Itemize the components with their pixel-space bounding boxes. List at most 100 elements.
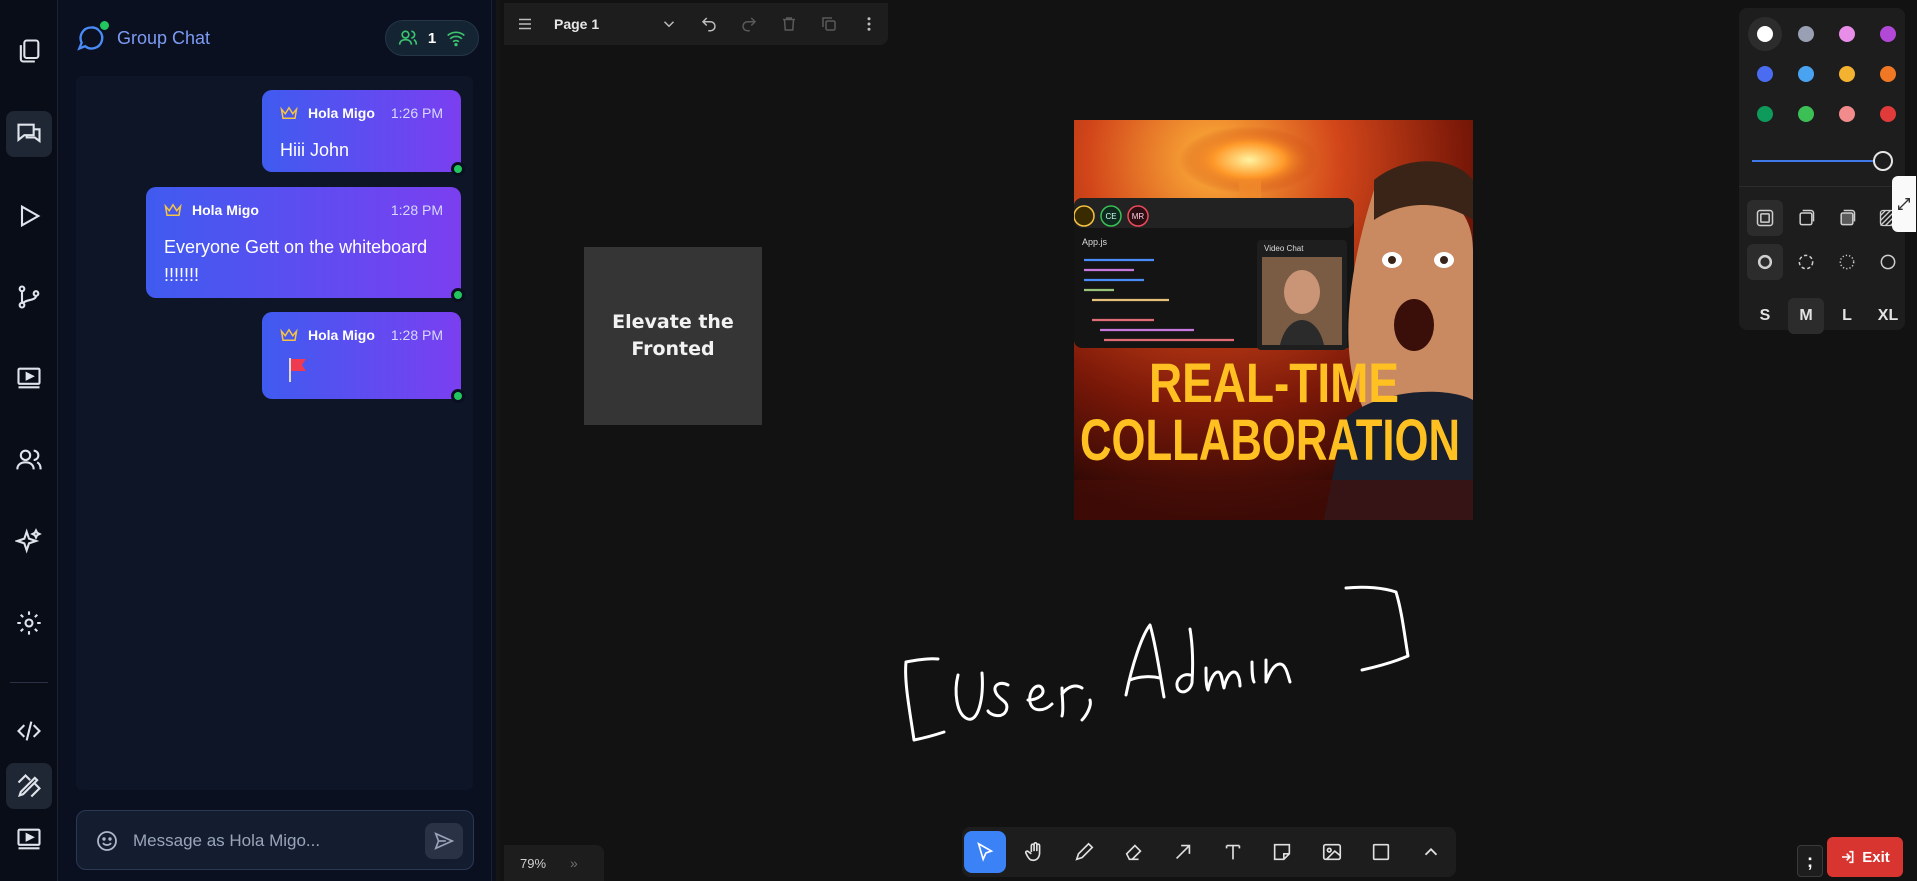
zoom-level[interactable]: 79% [520,856,570,871]
redo-button[interactable] [734,9,764,39]
color-swatch-green[interactable] [1757,106,1773,122]
chevron-up-icon [1424,847,1438,856]
color-swatch-light-red[interactable] [1839,106,1855,122]
online-users-pill[interactable]: 1 [385,20,479,56]
rail-screen-button[interactable] [6,355,52,401]
draw-tool[interactable] [1063,831,1105,873]
menu-button[interactable] [510,9,540,39]
color-swatch-light-violet[interactable] [1839,26,1855,42]
drawing-toolbar [962,827,1456,877]
rail-pages-button[interactable] [6,28,52,74]
color-swatch-grey[interactable] [1798,26,1814,42]
code-icon [17,721,41,741]
whiteboard-canvas[interactable]: Page 1 Elevate the Fronted CE MR App.js … [496,0,1917,881]
message-input[interactable] [133,825,403,857]
fill-solid-button[interactable] [1829,200,1865,236]
page-name[interactable]: Page 1 [554,16,654,32]
color-swatch-white[interactable] [1757,26,1773,42]
stroke-dashed-button[interactable] [1788,244,1824,280]
rail-code-button[interactable] [6,708,52,754]
stroke-dotted-button[interactable] [1829,244,1865,280]
rail-settings-button[interactable] [6,600,52,646]
fill-semi-button[interactable] [1788,200,1824,236]
crown-icon [280,106,298,119]
color-swatch-red[interactable] [1880,106,1896,122]
freehand-drawing[interactable] [860,570,1440,750]
rail-chat-button[interactable] [6,111,52,157]
rail-users-button[interactable] [6,437,52,483]
rectangle-tool[interactable] [1360,831,1402,873]
duplicate-button[interactable] [814,9,844,39]
message-time: 1:26 PM [390,105,443,121]
eraser-tool[interactable] [1113,831,1155,873]
undo-button[interactable] [694,9,724,39]
redo-icon [742,17,757,32]
color-swatch-light-blue[interactable] [1798,66,1814,82]
message-time: 1:28 PM [390,327,443,343]
smiley-icon[interactable] [95,829,119,853]
chat-title: Group Chat [117,28,211,48]
sticky-note[interactable]: Elevate the Fronted [584,247,762,425]
more-tools-button[interactable] [1410,831,1452,873]
chevron-down-icon [663,21,675,28]
note-tool[interactable] [1261,831,1303,873]
rail-ai-button[interactable] [6,518,52,564]
text-tool[interactable] [1212,831,1254,873]
hand-icon [1025,842,1041,862]
wifi-icon [447,31,466,47]
real-time-collaboration-image[interactable]: CE MR App.js Video Chat REAL-TIME COLLAB… [1074,120,1473,520]
select-tool[interactable] [964,831,1006,873]
pen-ruler-icon [17,774,41,798]
size-l-button[interactable]: L [1829,298,1865,334]
hand-tool[interactable] [1014,831,1056,873]
read-status-dot [451,389,465,403]
color-swatch-blue[interactable] [1757,66,1773,82]
stroke-thin-button[interactable] [1870,244,1906,280]
arrow-tool[interactable] [1162,831,1204,873]
size-s-button[interactable]: S [1747,298,1783,334]
file-tab-label: App.js [1082,237,1108,247]
exit-button[interactable]: Exit [1827,837,1903,877]
size-xl-button[interactable]: XL [1870,298,1906,334]
group-chat-panel: Group Chat 1 Hola Migo 1:26 PM Hiii John [59,0,492,881]
hamburger-icon [519,18,531,30]
app-root: Group Chat 1 Hola Migo 1:26 PM Hiii John [0,0,1917,881]
color-swatch-light-green[interactable] [1798,106,1814,122]
chat-message[interactable]: Hola Migo 1:28 PM Everyone Gett on the w… [146,187,465,302]
copy-icon [19,39,40,63]
rail-run-button[interactable] [6,193,52,239]
fill-none-button[interactable] [1747,200,1783,236]
more-options-button[interactable] [854,9,884,39]
gear-icon [17,611,41,635]
page-dropdown-button[interactable] [654,9,684,39]
rail-git-button[interactable] [6,274,52,320]
crown-icon [280,328,298,341]
chat-header: Group Chat 1 [59,0,492,74]
sticky-note-text: Elevate the Fronted [612,311,734,360]
play-icon [20,204,41,228]
help-button[interactable]: ; [1797,845,1823,877]
opacity-slider-track[interactable] [1752,160,1882,162]
send-button[interactable] [425,823,463,859]
trash-icon [783,17,795,31]
image-tool[interactable] [1311,831,1353,873]
chat-message[interactable]: Hola Migo 1:26 PM Hiii John [262,90,465,176]
select-icon [977,842,994,862]
fill-none-icon [1756,209,1774,227]
panel-collapse-tab[interactable] [1892,176,1916,232]
stroke-solid-icon [1757,254,1773,270]
delete-button[interactable] [774,9,804,39]
branch-icon [18,285,40,309]
chat-message[interactable]: Hola Migo 1:28 PM [262,312,465,403]
size-m-button[interactable]: M [1788,298,1824,334]
opacity-slider-knob[interactable] [1873,151,1893,171]
message-text: Everyone Gett on the whiteboard !!!!!!! [164,237,428,285]
rail-media-button[interactable] [6,816,52,862]
message-list[interactable]: Hola Migo 1:26 PM Hiii John Hola Migo 1:… [76,76,473,790]
stroke-solid-button[interactable] [1747,244,1783,280]
color-swatch-yellow[interactable] [1839,66,1855,82]
rail-whiteboard-button[interactable] [6,763,52,809]
expand-double-chevron-icon[interactable]: » [570,855,578,871]
color-swatch-orange[interactable] [1880,66,1896,82]
color-swatch-violet[interactable] [1880,26,1896,42]
